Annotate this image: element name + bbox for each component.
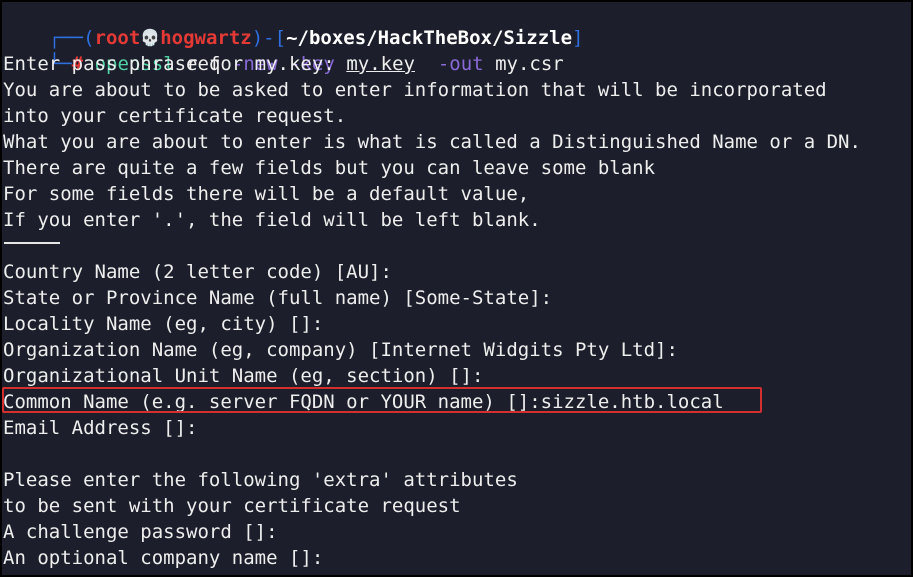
key-file-arg: my.key — [346, 53, 415, 75]
output-line: Email Address []: — [3, 417, 198, 439]
output-line: Please enter the following 'extra' attri… — [3, 469, 518, 491]
output-line: You are about to be asked to enter infor… — [3, 79, 827, 101]
prompt-close-bracket: ] — [572, 27, 584, 49]
command-line[interactable]: └─# openssl req -new -key my.key -out my… — [3, 25, 564, 75]
flag-out: -out — [437, 53, 484, 75]
out-file-arg: my.csr — [495, 53, 564, 75]
output-line: There are quite a few fields but you can… — [3, 157, 656, 179]
output-line: Locality Name (eg, city) []: — [3, 313, 324, 335]
output-line: Organization Name (eg, company) [Interne… — [3, 339, 678, 361]
highlight-box — [2, 387, 762, 413]
output-line: State or Province Name (full name) [Some… — [3, 287, 553, 309]
output-line: If you enter '.', the field will be left… — [3, 209, 541, 231]
output-line: Country Name (2 letter code) [AU]: — [3, 261, 392, 283]
output-line: into your certificate request. — [3, 105, 347, 127]
output-line: A challenge password []: — [3, 521, 278, 543]
output-line: Enter pass phrase for my.key: — [3, 53, 335, 75]
terminal-window[interactable]: ┌──(root💀hogwartz)-[~/boxes/HackTheBox/S… — [2, 2, 911, 575]
prompt-line-1: ┌──(root💀hogwartz)-[~/boxes/HackTheBox/S… — [3, 2, 584, 49]
output-line: An optional company name []: — [3, 547, 324, 569]
output-line: For some fields there will be a default … — [3, 183, 530, 205]
output-line: What you are about to enter is what is c… — [3, 131, 861, 153]
output-line: Organizational Unit Name (eg, section) [… — [3, 365, 484, 387]
output-divider — [4, 242, 60, 244]
output-line: to be sent with your certificate request — [3, 495, 461, 517]
